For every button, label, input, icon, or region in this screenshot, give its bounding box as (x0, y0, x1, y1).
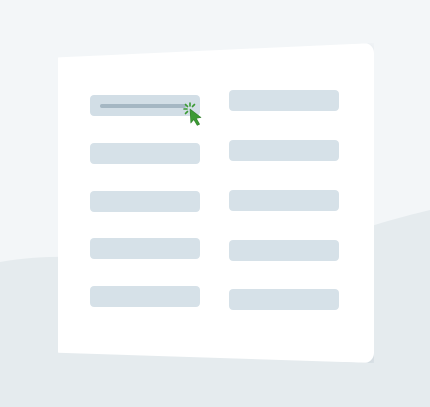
form-card (58, 43, 374, 363)
form-field-row-3-right[interactable] (229, 190, 339, 211)
form-field-row-4-right[interactable] (229, 240, 339, 261)
form-field-row-3-left[interactable] (90, 191, 200, 212)
form-field-row-1-right[interactable] (229, 90, 339, 111)
form-field-row-4-left[interactable] (90, 238, 200, 259)
form-field-row-5-left[interactable] (90, 286, 200, 307)
form-field-row-5-right[interactable] (229, 289, 339, 310)
scene (0, 0, 430, 407)
field-fill-indicator (100, 104, 186, 108)
form-field-row-2-right[interactable] (229, 140, 339, 161)
click-arrow-icon (183, 102, 202, 126)
form-field-row-2-left[interactable] (90, 143, 200, 164)
